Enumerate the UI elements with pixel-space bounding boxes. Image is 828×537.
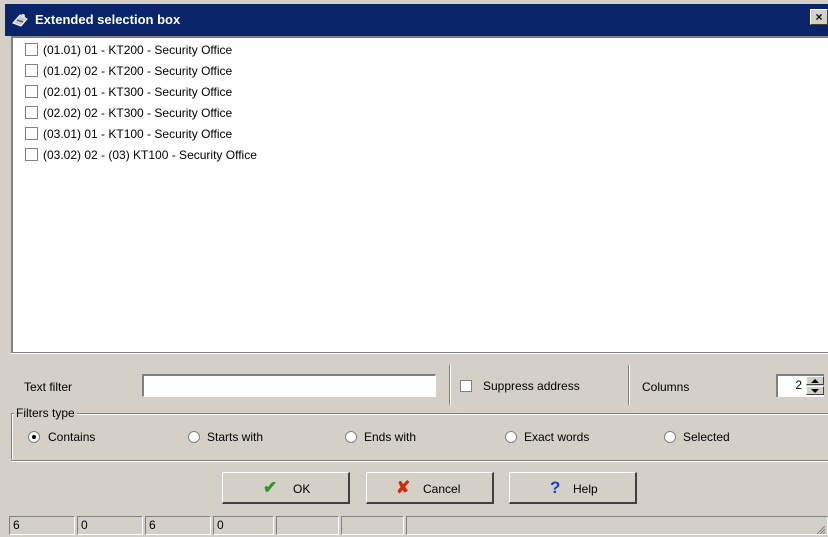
- status-cell: 6: [145, 516, 211, 535]
- window-title: Extended selection box: [35, 12, 181, 27]
- list-item-label: (03.01) 01 - KT100 - Security Office: [43, 127, 233, 141]
- list-item-checkbox[interactable]: [25, 148, 38, 161]
- list-item-label: (01.02) 02 - KT200 - Security Office: [43, 64, 233, 78]
- ok-button[interactable]: ✔ OK: [222, 472, 350, 504]
- spin-down-button[interactable]: [806, 386, 824, 395]
- divider: [449, 365, 451, 405]
- list-item-checkbox[interactable]: [25, 43, 38, 56]
- cancel-button[interactable]: ✘ Cancel: [366, 472, 494, 504]
- help-button[interactable]: ? Help: [509, 472, 637, 504]
- list-item-checkbox[interactable]: [25, 106, 38, 119]
- list-item[interactable]: (03.01) 01 - KT100 - Security Office: [25, 124, 232, 144]
- title-bar[interactable]: Extended selection box ×: [5, 4, 828, 36]
- list-item-label: (01.01) 01 - KT200 - Security Office: [43, 43, 233, 57]
- divider: [11, 460, 828, 462]
- app-icon: [12, 14, 28, 27]
- ok-label: OK: [293, 482, 311, 496]
- list-item[interactable]: (02.01) 01 - KT300 - Security Office: [25, 82, 232, 102]
- list-item-checkbox[interactable]: [25, 85, 38, 98]
- radio-contains[interactable]: [28, 431, 40, 443]
- checkmark-icon: ✔: [263, 478, 278, 497]
- filters-type-label: Filters type: [14, 406, 77, 420]
- arrow-down-icon: [811, 389, 819, 393]
- cross-icon: ✘: [396, 478, 411, 497]
- status-cell: 0: [77, 516, 143, 535]
- list-item[interactable]: (01.01) 01 - KT200 - Security Office: [25, 40, 232, 60]
- list-item-label: (03.02) 02 - (03) KT100 - Security Offic…: [43, 148, 257, 162]
- resize-grip-icon[interactable]: [816, 525, 826, 535]
- spin-up-button[interactable]: [806, 376, 824, 385]
- radio-exact-words-label[interactable]: Exact words: [524, 430, 589, 444]
- close-icon: ×: [815, 10, 823, 24]
- columns-value: 2: [795, 378, 802, 392]
- help-label: Help: [573, 482, 598, 496]
- status-cell: 6: [9, 516, 75, 535]
- divider: [11, 352, 828, 354]
- list-item[interactable]: (02.02) 02 - KT300 - Security Office: [25, 103, 232, 123]
- list-item-checkbox[interactable]: [25, 127, 38, 140]
- radio-selected[interactable]: [664, 431, 676, 443]
- radio-selected-dot: [32, 435, 36, 439]
- status-cell: [341, 516, 404, 535]
- status-cell: [276, 516, 339, 535]
- status-cell: 0: [213, 516, 274, 535]
- list-item-label: (02.01) 01 - KT300 - Security Office: [43, 85, 233, 99]
- list-item[interactable]: (01.02) 02 - KT200 - Security Office: [25, 61, 232, 81]
- columns-spinner[interactable]: 2: [776, 374, 824, 397]
- selection-list[interactable]: (01.01) 01 - KT200 - Security Office (01…: [11, 36, 828, 352]
- radio-ends-with[interactable]: [345, 431, 357, 443]
- radio-selected-label[interactable]: Selected: [683, 430, 730, 444]
- columns-label: Columns: [642, 380, 690, 394]
- close-button[interactable]: ×: [810, 9, 828, 25]
- suppress-address-label[interactable]: Suppress address: [483, 379, 580, 393]
- cancel-label: Cancel: [423, 482, 461, 496]
- arrow-up-icon: [811, 379, 819, 383]
- radio-starts-with-label[interactable]: Starts with: [207, 430, 263, 444]
- radio-starts-with[interactable]: [188, 431, 200, 443]
- question-icon: ?: [550, 478, 561, 497]
- list-item-checkbox[interactable]: [25, 64, 38, 77]
- text-filter-label: Text filter: [24, 380, 73, 394]
- radio-exact-words[interactable]: [505, 431, 517, 443]
- suppress-address-checkbox[interactable]: [460, 380, 472, 392]
- extended-selection-window: Extended selection box × (01.01) 01 - KT…: [0, 0, 828, 537]
- divider: [628, 365, 630, 405]
- list-item-label: (02.02) 02 - KT300 - Security Office: [43, 106, 233, 120]
- list-item[interactable]: (03.02) 02 - (03) KT100 - Security Offic…: [25, 145, 257, 165]
- status-cell: [406, 516, 828, 535]
- radio-contains-label[interactable]: Contains: [48, 430, 95, 444]
- radio-ends-with-label[interactable]: Ends with: [364, 430, 416, 444]
- text-filter-input[interactable]: [142, 374, 436, 397]
